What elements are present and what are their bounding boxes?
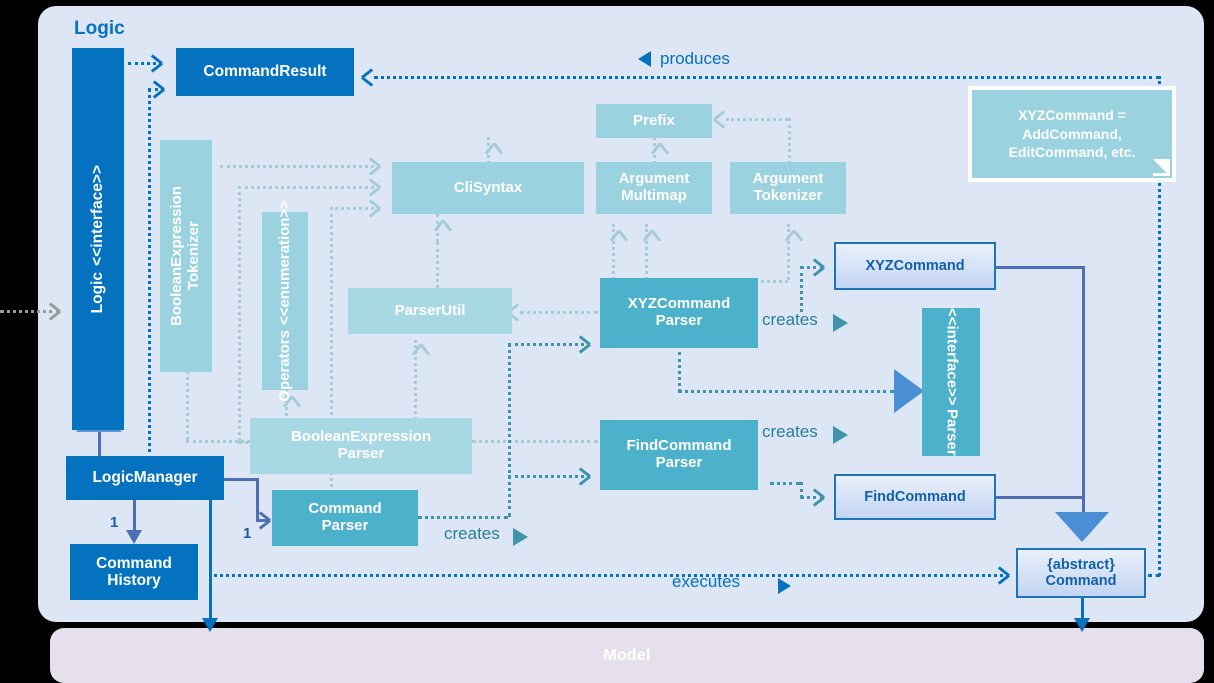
edge-argtokenizer-prefix-h [726,118,788,121]
edge-beparser-clisyntax-h [238,186,380,189]
class-operators[interactable]: <<enumeration>> Operators [262,200,308,402]
class-xyz-command[interactable]: XYZCommand [834,242,996,290]
prefix-name: Prefix [633,111,675,129]
note-fold-corner [1153,159,1170,176]
note-text: XYZCommand = AddCommand, EditCommand, et… [1008,106,1136,161]
edge-findparser-findcommand-h0 [770,482,800,485]
executes-direction-marker [778,578,791,594]
model-package-label: Model [603,646,651,664]
find-command-name: FindCommand [864,488,966,505]
boolean-expression-parser-name: BooleanExpression Parser [290,428,432,462]
edge-logicmanager-model [209,500,212,628]
class-command-parser[interactable]: Command Parser [272,490,418,546]
label-produces: produces [660,49,730,68]
edge-xyzcommand-command-v [1082,266,1085,518]
edge-logicmanager-logic [98,428,101,456]
model-package[interactable]: Model [50,628,1204,683]
class-command-history[interactable]: Command History [70,544,198,600]
realization-triangle-parser [894,369,924,413]
boolean-expression-tokenizer-name: BooleanExpression Tokenizer [168,185,202,327]
command-abstract-name: Command [1045,573,1117,589]
command-result-name: CommandResult [203,63,327,81]
edge-parser-realize-h [678,390,894,393]
logic-package-label: Logic [74,18,125,39]
class-cli-syntax[interactable]: CliSyntax [392,162,584,214]
edge-xyzparser-parserutil [520,311,598,314]
edge-xyzcommand-command-h [996,266,1082,269]
edge-cmdparser-xyzparser-h [508,343,590,346]
edge-external-to-logic [0,310,60,313]
argument-tokenizer-name: Argument Tokenizer [752,170,824,204]
arrowhead-logicmanager-commandhistory [126,530,142,544]
parser-util-name: ParserUtil [394,301,466,319]
creates-marker-xyz [833,314,848,332]
edge-xyzparser-xyzcommand-v [800,266,803,312]
edge-cmdparser-xyzparser-v [508,343,511,517]
argument-multimap-name: Argument Multimap [618,170,690,204]
edge-parserutil-clisyntax-v2 [436,242,439,288]
class-command-result[interactable]: CommandResult [176,48,354,96]
generalization-triangle-command [1055,512,1109,542]
class-prefix[interactable]: Prefix [596,104,712,138]
find-command-parser-name: FindCommand Parser [626,437,732,471]
multiplicity-command-history: 1 [110,514,119,531]
creates-marker-find [833,426,848,444]
edge-findcommand-command-h [996,496,1082,499]
edge-cmdparser-out [418,516,508,519]
edge-produces-h [374,76,1160,79]
command-history-name: Command History [96,554,172,589]
edge-cmdparser-clisyntax-h [330,207,380,210]
parser-interface-name: Parser [943,409,961,457]
parser-interface-stereotype: <<interface>> [943,307,961,406]
class-parser-interface[interactable]: <<interface>> Parser [922,308,980,456]
produces-direction-marker [638,51,651,67]
class-logic-manager[interactable]: LogicManager [66,456,224,500]
class-boolean-expression-tokenizer[interactable]: BooleanExpression Tokenizer [160,140,212,372]
edge-cmdparser-findparser-h [508,475,590,478]
edge-beparser-clisyntax-v [238,186,241,441]
creates-marker-commandparser [513,528,528,546]
class-argument-tokenizer[interactable]: Argument Tokenizer [730,162,846,214]
label-creates-xyz: creates [762,310,818,329]
cli-syntax-name: CliSyntax [453,178,523,196]
class-logic-interface[interactable]: <<interface>> Logic [72,48,124,430]
edge-executes-h [209,574,1009,577]
edge-findparser-beparser [472,440,598,443]
class-boolean-expression-parser[interactable]: BooleanExpression Parser [250,418,472,474]
class-find-command[interactable]: FindCommand [834,474,996,520]
class-xyz-command-parser[interactable]: XYZCommand Parser [600,278,758,348]
edge-xyzparser-parser-v [678,352,681,392]
operators-name: Operators [275,330,293,402]
edge-argtokenizer-prefix-v [788,118,791,164]
multiplicity-parser: 1 [243,525,252,542]
arrowhead-command-model [1074,618,1090,632]
operators-stereotype: <<enumeration>> [275,200,293,326]
edge-produces-tail [1148,574,1160,577]
edge-betokenizer-clisyntax [220,165,380,168]
class-parser-util[interactable]: ParserUtil [348,288,512,334]
class-find-command-parser[interactable]: FindCommand Parser [600,420,758,490]
label-executes: executes [672,572,741,591]
xyz-command-name: XYZCommand [865,257,965,274]
logic-manager-name: LogicManager [92,469,198,487]
note-xyzcommand[interactable]: XYZCommand = AddCommand, EditCommand, et… [968,86,1176,182]
xyz-command-parser-name: XYZCommand Parser [627,295,731,329]
label-creates-commandparser: creates [444,524,500,543]
arrowhead-logicmanager-model [202,618,218,632]
edge-logicmanager-commandparser-h1 [223,478,258,481]
command-abstract-modifier: {abstract} [1047,556,1115,573]
edge-logicmanager-commandresult-v [148,88,151,460]
class-command-abstract[interactable]: {abstract} Command [1016,548,1146,598]
class-argument-multimap[interactable]: Argument Multimap [596,162,712,214]
logic-interface-stereotype: <<interface>> [89,164,107,266]
label-creates-find: creates [762,422,818,441]
diagram-canvas: Logic Model produces executes creates cr… [0,0,1214,683]
logic-interface-name: Logic [89,271,107,314]
command-parser-name: Command Parser [308,500,382,534]
